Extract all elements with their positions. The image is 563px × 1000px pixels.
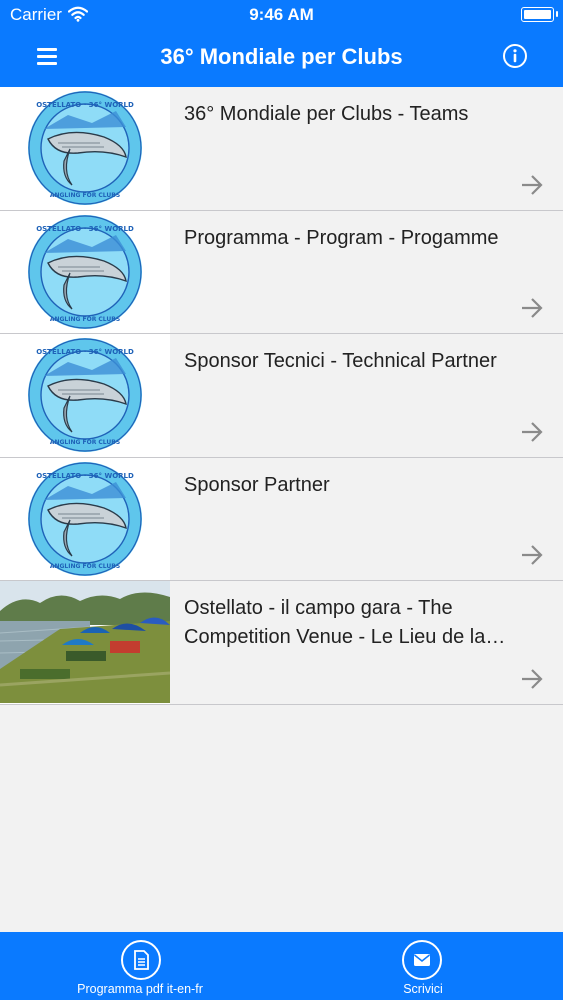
arrow-right-icon	[520, 421, 544, 443]
tab-label: Programma pdf it-en-fr	[77, 982, 203, 996]
status-time: 9:46 AM	[249, 5, 314, 24]
tab-label: Scrivici	[403, 982, 443, 996]
championship-logo-image	[0, 334, 170, 457]
list-item[interactable]: Sponsor Partner	[0, 457, 563, 581]
list-item[interactable]: Programma - Program - Progamme	[0, 210, 563, 334]
venue-photo	[0, 581, 170, 704]
list-item-label: 36° Mondiale per Clubs - Teams	[184, 103, 469, 125]
tab-scrivici[interactable]: Scrivici	[343, 932, 503, 1000]
status-bar: Carrier 9:46 AM	[0, 0, 563, 30]
menu-list: 36° Mondiale per Clubs - Teams Programma…	[0, 87, 563, 705]
battery-icon	[521, 7, 558, 22]
championship-logo-image	[0, 87, 170, 210]
championship-logo-image	[0, 210, 170, 333]
tab-bar: Programma pdf it-en-fr Scrivici	[0, 932, 563, 1000]
page-title: 36° Mondiale per Clubs	[160, 44, 403, 69]
championship-logo-image	[0, 457, 170, 580]
list-item-label: Ostellato - il campo gara - The Competit…	[184, 597, 506, 648]
arrow-right-icon	[520, 544, 544, 566]
list-item[interactable]: Sponsor Tecnici - Technical Partner	[0, 334, 563, 458]
list-item-label: Sponsor Partner	[184, 473, 330, 496]
list-item[interactable]: Ostellato - il campo gara - The Competit…	[0, 581, 563, 705]
envelope-icon	[402, 940, 442, 980]
arrow-right-icon	[520, 174, 544, 196]
navigation-bar: 36° Mondiale per Clubs	[0, 30, 563, 87]
list-item[interactable]: 36° Mondiale per Clubs - Teams	[0, 87, 563, 211]
info-icon[interactable]	[502, 43, 528, 69]
list-item-label: Programma - Program - Progamme	[184, 226, 499, 249]
arrow-right-icon	[520, 668, 544, 690]
list-item-label: Sponsor Tecnici - Technical Partner	[184, 350, 497, 372]
tab-programma-pdf[interactable]: Programma pdf it-en-fr	[40, 932, 240, 1000]
document-icon	[121, 940, 161, 980]
arrow-right-icon	[520, 297, 544, 319]
